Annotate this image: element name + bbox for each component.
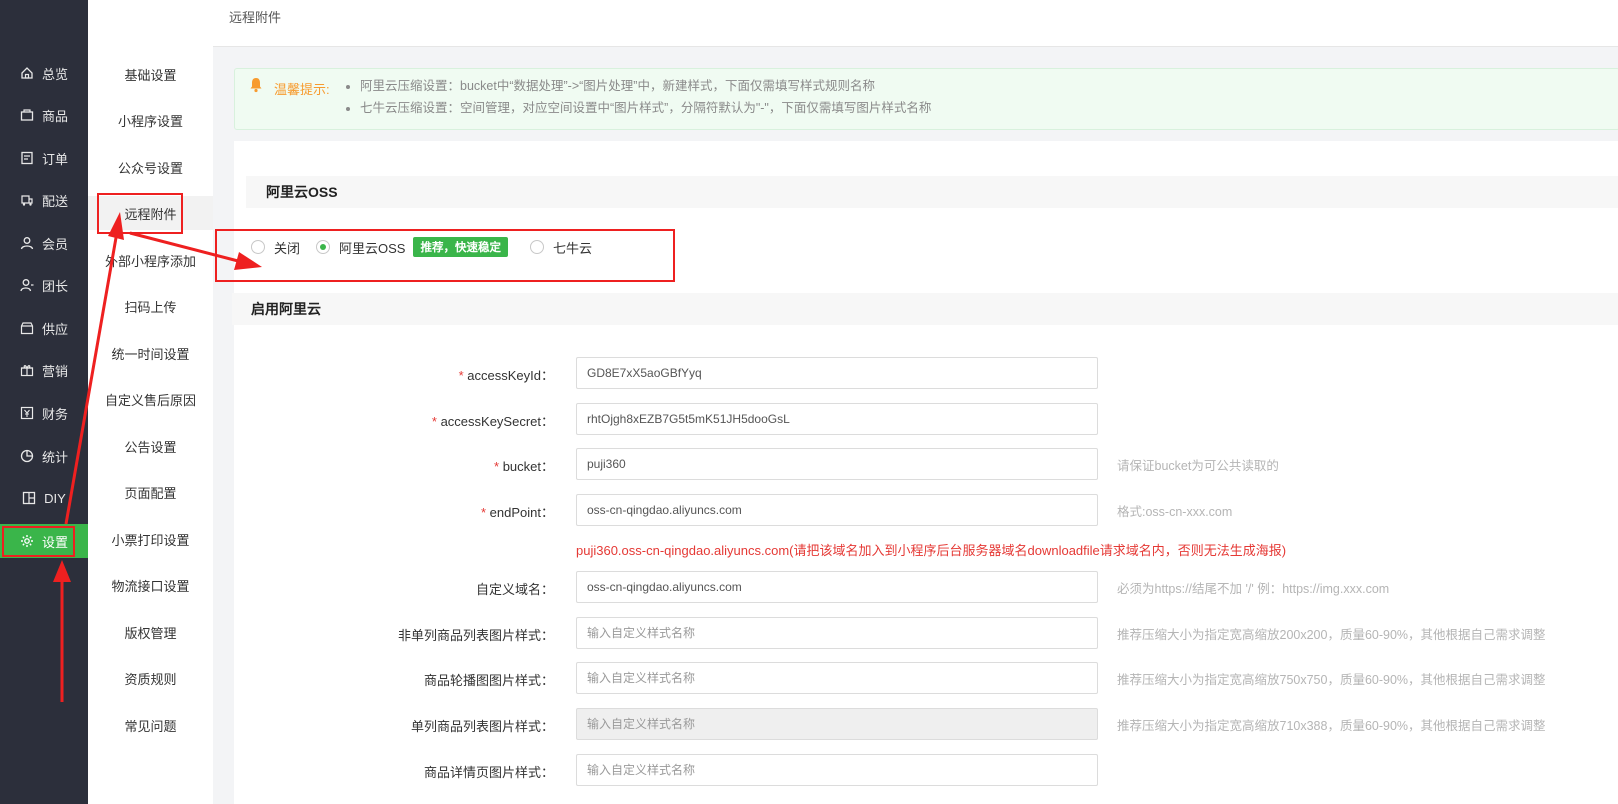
nav-item-label: 订单 <box>41 151 68 167</box>
tip-label: 温馨提示: <box>274 82 330 97</box>
submenu-item-time-settings[interactable]: 统一时间设置 <box>88 336 213 370</box>
radio-qiniu[interactable]: 七牛云 <box>529 238 592 257</box>
radio-label: 七牛云 <box>552 240 592 256</box>
label-banner-style: 商品轮播图图片样式： <box>423 673 554 688</box>
access-key-secret-input[interactable] <box>576 403 1098 435</box>
submenu-item-notice[interactable]: 公告设置 <box>88 429 213 463</box>
submenu-item-qualification[interactable]: 资质规则 <box>88 661 213 695</box>
nav-item-members[interactable]: 会员 <box>0 226 88 260</box>
leader-icon <box>20 278 34 292</box>
endpoint-input[interactable] <box>576 494 1098 526</box>
submenu-item-miniprogram[interactable]: 小程序设置 <box>88 103 213 137</box>
endpoint-hint: 格式:oss-cn-xxx.com <box>1117 505 1233 519</box>
top-bar: 远程附件 <box>213 0 1618 47</box>
gift-icon <box>20 363 34 377</box>
nav-item-label: 设置 <box>41 534 68 550</box>
box-icon <box>20 108 34 122</box>
radio-aliyun-oss[interactable]: 阿里云OSS <box>316 238 405 257</box>
nav-item-statistics[interactable]: 统计 <box>0 439 88 473</box>
submenu-item-aftersale-reasons[interactable]: 自定义售后原因 <box>88 382 213 416</box>
tip-line: 七牛云压缩设置：空间管理，对应空间设置中“图片样式”，分隔符默认为"-"，下面仅… <box>360 99 931 121</box>
tip-list: 阿里云压缩设置：bucket中“数据处理”->“图片处理”中，新建样式，下面仅需… <box>340 77 931 121</box>
single-style-hint: 推荐压缩大小为指定宽高缩放710x388，质量60-90%，其他根据自己需求调整 <box>1117 719 1546 733</box>
diy-icon <box>22 491 36 505</box>
nav-item-label: DIY <box>44 490 66 506</box>
tip-box: 温馨提示: 阿里云压缩设置：bucket中“数据处理”->“图片处理”中，新建样… <box>234 68 1618 130</box>
nav-item-diy[interactable]: DIY <box>0 481 88 515</box>
nav-item-label: 配送 <box>41 193 68 209</box>
submenu-item-logistics-api[interactable]: 物流接口设置 <box>88 568 213 602</box>
nav-item-delivery[interactable]: 配送 <box>0 183 88 217</box>
nav-item-label: 会员 <box>41 236 68 252</box>
list-style-hint: 推荐压缩大小为指定宽高缩放200x200，质量60-90%，其他根据自己需求调整 <box>1117 628 1546 642</box>
nav-item-label: 总览 <box>41 66 68 82</box>
label-access-key-secret: * accessKeySecret： <box>431 414 554 429</box>
list-style-input[interactable] <box>576 617 1098 649</box>
radio-label: 关闭 <box>274 240 301 256</box>
nav-item-supply[interactable]: 供应 <box>0 311 88 345</box>
banner-style-hint: 推荐压缩大小为指定宽高缩放750x750，质量60-90%，其他根据自己需求调整 <box>1117 673 1546 687</box>
submenu-item-scan-upload[interactable]: 扫码上传 <box>88 289 213 323</box>
nav-item-orders[interactable]: 订单 <box>0 141 88 175</box>
nav-item-overview[interactable]: 总览 <box>0 56 88 90</box>
label-access-key-id: * accessKeyId： <box>458 368 554 383</box>
chart-icon <box>20 449 34 463</box>
radio-circle-selected[interactable] <box>316 240 331 254</box>
home-icon <box>20 66 34 80</box>
main-nav: 总览 商品 订单 配送 会员 团长 供应 营销 财务 统计 DIY 设置 <box>0 0 88 804</box>
section-header-aliyun-oss: 阿里云OSS <box>246 176 1618 208</box>
nav-item-settings[interactable]: 设置 <box>0 524 88 558</box>
nav-item-marketing[interactable]: 营销 <box>0 353 88 387</box>
radio-label: 阿里云OSS <box>339 240 406 256</box>
label-bucket: * bucket： <box>494 459 554 474</box>
radio-off[interactable]: 关闭 <box>251 238 300 257</box>
label-endpoint: * endPoint： <box>481 505 554 520</box>
nav-item-leader[interactable]: 团长 <box>0 268 88 302</box>
custom-domain-input[interactable] <box>576 571 1098 603</box>
nav-item-label: 营销 <box>41 363 68 379</box>
bucket-input[interactable] <box>576 448 1098 480</box>
storage-radio-group: 关闭 阿里云OSS 推荐，快速稳定 七牛云 <box>251 235 608 259</box>
section-header-enable-aliyun: 启用阿里云 <box>232 293 1618 325</box>
banner-style-input[interactable] <box>576 662 1098 694</box>
domain-warning: puji360.oss-cn-qingdao.aliyuncs.com(请把该域… <box>576 543 1287 558</box>
detail-style-input[interactable] <box>576 754 1098 786</box>
store-icon <box>20 321 34 335</box>
gear-icon <box>20 534 34 548</box>
settings-submenu: 基础设置 小程序设置 公众号设置 远程附件 外部小程序添加 扫码上传 统一时间设… <box>88 0 214 804</box>
radio-circle[interactable] <box>251 240 265 254</box>
submenu-item-page-config[interactable]: 页面配置 <box>88 475 213 509</box>
bell-icon <box>249 77 263 96</box>
nav-item-label: 统计 <box>41 449 68 465</box>
submenu-item-official-account[interactable]: 公众号设置 <box>88 150 213 184</box>
order-icon <box>20 151 34 165</box>
delivery-icon <box>20 193 34 207</box>
access-key-id-input[interactable] <box>576 357 1098 389</box>
label-detail-style: 商品详情页图片样式： <box>423 765 554 780</box>
submenu-item-faq[interactable]: 常见问题 <box>88 708 213 742</box>
radio-circle[interactable] <box>529 240 544 254</box>
bucket-hint: 请保证bucket为可公共读取的 <box>1117 459 1279 473</box>
nav-item-finance[interactable]: 财务 <box>0 396 88 430</box>
submenu-item-copyright[interactable]: 版权管理 <box>88 615 213 649</box>
submenu-item-receipt-print[interactable]: 小票打印设置 <box>88 522 213 556</box>
nav-item-goods[interactable]: 商品 <box>0 98 88 132</box>
single-style-input[interactable] <box>576 708 1098 740</box>
finance-icon <box>20 406 34 420</box>
label-custom-domain: 自定义域名： <box>475 582 554 597</box>
submenu-item-remote-attachment[interactable]: 远程附件 <box>88 196 213 230</box>
custom-domain-hint: 必须为https://结尾不加 '/' 例：https://img.xxx.co… <box>1117 582 1390 596</box>
nav-item-label: 财务 <box>41 406 68 422</box>
nav-item-label: 团长 <box>41 278 68 294</box>
breadcrumb: 远程附件 <box>229 10 282 25</box>
label-list-style: 非单列商品列表图片样式： <box>397 628 554 643</box>
nav-item-label: 商品 <box>41 108 68 124</box>
label-single-style: 单列商品列表图片样式： <box>410 719 554 734</box>
user-icon <box>20 236 34 250</box>
tip-line: 阿里云压缩设置：bucket中“数据处理”->“图片处理”中，新建样式，下面仅需… <box>360 77 931 99</box>
submenu-item-basic[interactable]: 基础设置 <box>88 57 213 91</box>
submenu-item-external-miniprogram[interactable]: 外部小程序添加 <box>88 243 213 277</box>
nav-item-label: 供应 <box>41 321 68 337</box>
recommend-badge: 推荐，快速稳定 <box>413 237 508 257</box>
